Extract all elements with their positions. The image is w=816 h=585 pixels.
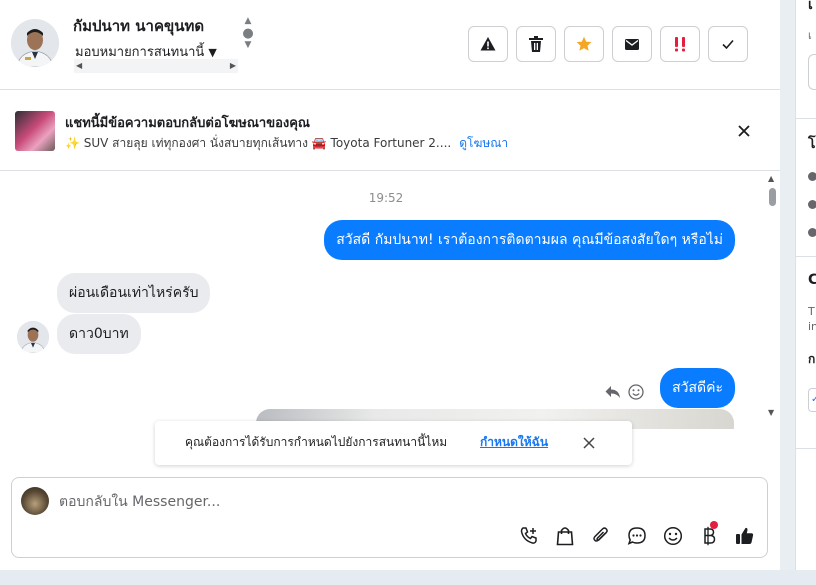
scroll-down-icon[interactable]: ▼ xyxy=(241,40,255,51)
envelope-icon xyxy=(625,38,639,50)
message-bubble-incoming[interactable]: ผ่อนเดือนเท่าไหร่ครับ xyxy=(57,273,211,313)
contact-name: กัมปนาท นาคขุนทด xyxy=(73,17,205,35)
close-icon xyxy=(738,125,750,137)
message-bubble-outgoing[interactable]: สวัสดี กัมปนาท! เราต้องการติดตามผล คุณมี… xyxy=(324,220,735,260)
delete-button[interactable] xyxy=(516,26,556,62)
attachment-icon xyxy=(593,527,608,542)
report-spam-button[interactable] xyxy=(468,26,508,62)
scroll-left-icon[interactable]: ◀ xyxy=(76,61,82,70)
assign-label: มอบหมายการสนทนานี้ xyxy=(75,45,205,60)
scroll-thumb[interactable]: ● xyxy=(241,27,255,40)
panel-fragment: ก xyxy=(808,352,816,366)
panel-fragment: T xyxy=(808,305,815,318)
react-emoji-icon[interactable] xyxy=(628,384,644,400)
double-exclamation-icon xyxy=(675,37,685,52)
ad-thumbnail[interactable] xyxy=(15,111,55,151)
page-footer-band xyxy=(0,570,816,585)
divider xyxy=(796,256,816,257)
view-ad-link[interactable]: ดูโฆษณา xyxy=(459,136,508,150)
emoji-icon xyxy=(663,526,683,546)
mark-unread-button[interactable] xyxy=(612,26,652,62)
ad-banner-title: แชทนี้มีข้อความตอบกลับต่อโฆษณาของคุณ xyxy=(65,116,310,131)
baht-payment-icon xyxy=(704,526,716,546)
message-bubble-outgoing[interactable]: สวัสดีค่ะ xyxy=(660,368,735,408)
saved-reply-button[interactable] xyxy=(625,524,649,548)
panel-fragment: เ xyxy=(808,29,812,42)
shopping-bag-icon xyxy=(556,527,574,546)
saved-reply-icon xyxy=(627,527,646,545)
panel-fragment: เ xyxy=(808,0,813,13)
reply-icon[interactable] xyxy=(605,385,621,399)
follow-up-button[interactable] xyxy=(660,26,700,62)
scroll-down-icon[interactable]: ▼ xyxy=(768,408,774,417)
assignment-notice-text: คุณต้องการได้รับการกำหนดไปยังการสนทนานี้… xyxy=(185,435,448,449)
trash-icon xyxy=(529,36,543,52)
page-avatar xyxy=(21,487,49,515)
attachment-button[interactable] xyxy=(589,524,613,548)
send-like-button[interactable] xyxy=(733,524,757,548)
scroll-up-icon[interactable]: ▲ xyxy=(768,174,774,183)
mark-done-button[interactable] xyxy=(708,26,748,62)
message-composer xyxy=(11,477,768,558)
assignment-notice: คุณต้องการได้รับการกำหนดไปยังการสนทนานี้… xyxy=(155,421,632,465)
contact-avatar[interactable] xyxy=(11,19,59,67)
conversation-pane: กัมปนาท นาคขุนทด มอบหมายการสนทนานี้ ▼ ▲ ●… xyxy=(0,0,780,570)
divider xyxy=(796,118,816,119)
horizontal-scrollbar[interactable]: ◀ ▶ xyxy=(74,59,238,73)
ad-banner-subtitle: ✨ SUV สายลุย เท่ทุกองศา นั่งสบายทุกเส้นท… xyxy=(65,134,508,153)
assign-to-me-link[interactable]: กำหนดให้ฉัน xyxy=(480,433,548,452)
clock-icon xyxy=(808,172,816,181)
panel-fragment: in xyxy=(808,320,816,333)
notification-dot xyxy=(710,521,718,529)
thread-scrollbar[interactable]: ▲ ▼ xyxy=(764,172,780,422)
scroll-thumb[interactable] xyxy=(769,188,776,206)
location-icon xyxy=(808,200,816,209)
vertical-scrollbar[interactable]: ▲ ● ▼ xyxy=(241,16,255,60)
ad-reply-banner: แชทนี้มีข้อความตอบกลับต่อโฆษณาของคุณ ✨ S… xyxy=(0,91,780,171)
payment-button[interactable] xyxy=(697,521,721,548)
warning-icon xyxy=(480,37,496,51)
call-add-icon xyxy=(520,527,537,544)
thumbs-up-icon xyxy=(736,527,754,544)
scroll-right-icon[interactable]: ▶ xyxy=(230,61,236,70)
contact-info-panel: เ เ โ C T in ก ✓ xyxy=(795,0,816,570)
ad-description: ✨ SUV สายลุย เท่ทุกองศา นั่งสบายทุกเส้นท… xyxy=(65,136,452,150)
reply-input[interactable] xyxy=(59,492,749,512)
close-banner-button[interactable] xyxy=(734,121,754,141)
message-timestamp: 19:52 xyxy=(368,191,404,205)
shopping-bag-button[interactable] xyxy=(553,524,577,548)
panel-fragment: C xyxy=(808,272,816,288)
message-bubble-incoming[interactable]: ดาว0บาท xyxy=(57,314,141,354)
location-icon xyxy=(808,228,816,237)
emoji-button[interactable] xyxy=(661,524,685,548)
conversation-header: กัมปนาท นาคขุนทด มอบหมายการสนทนานี้ ▼ ▲ ●… xyxy=(0,0,780,90)
call-add-button[interactable] xyxy=(517,524,541,548)
close-icon[interactable] xyxy=(581,435,597,451)
star-button[interactable] xyxy=(564,26,604,62)
panel-select-fragment[interactable]: ✓ xyxy=(808,388,816,412)
star-icon xyxy=(576,36,592,51)
check-icon xyxy=(722,39,734,50)
contact-avatar-small xyxy=(17,321,49,353)
panel-input-fragment[interactable] xyxy=(808,54,816,90)
chevron-down-icon: ▼ xyxy=(208,46,217,59)
divider xyxy=(796,448,816,449)
panel-fragment: โ xyxy=(808,136,816,152)
